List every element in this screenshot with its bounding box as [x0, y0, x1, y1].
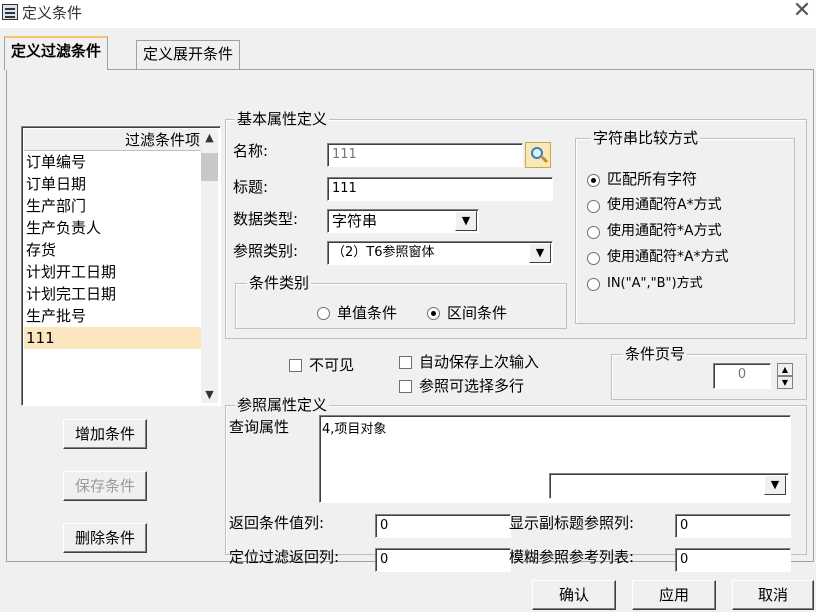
display-col-field[interactable]: 0	[675, 514, 791, 538]
chevron-down-icon[interactable]: ▼	[201, 386, 218, 403]
fuzzy-col-field[interactable]: 0	[675, 548, 791, 572]
delete-condition-button[interactable]: 删除条件	[63, 523, 147, 553]
radio-wildcard-prefix[interactable]	[587, 226, 600, 239]
list-item[interactable]: 订单日期	[24, 173, 202, 195]
invisible-label: 不可见	[309, 356, 355, 374]
return-col-field[interactable]: 0	[375, 514, 511, 538]
reftype-label: 参照类别:	[233, 242, 299, 260]
spin-down-icon[interactable]: ▼	[777, 376, 793, 389]
basic-attributes-legend: 基本属性定义	[235, 108, 330, 129]
chevron-down-icon[interactable]: ▼	[455, 211, 477, 231]
list-scrollbar[interactable]: ▲ ▼	[201, 129, 218, 403]
list-item-selected[interactable]: 111	[24, 327, 202, 349]
list-item[interactable]: 存货	[24, 239, 202, 261]
chevron-up-icon[interactable]: ▲	[201, 129, 218, 146]
radio-wildcard-suffix[interactable]	[587, 200, 600, 213]
radio-wildcard-contains[interactable]	[587, 252, 600, 265]
autosave-checkbox[interactable]	[399, 356, 412, 369]
page-number-legend: 条件页号	[623, 343, 688, 364]
radio-range[interactable]	[427, 307, 440, 320]
reftype-select[interactable]: （2）T6参照窗体	[327, 241, 553, 265]
dialog-client: 定义过滤条件 定义展开条件 过滤条件项 订单编号 订单日期 生产部门 生产负责人…	[0, 28, 816, 612]
list-item[interactable]: 生产批号	[24, 305, 202, 327]
list-header: 过滤条件项	[24, 129, 202, 151]
invisible-checkbox[interactable]	[289, 359, 302, 372]
radio-match-all[interactable]	[587, 174, 600, 187]
title-field[interactable]: 111	[327, 177, 553, 201]
spin-up-icon[interactable]: ▲	[777, 363, 793, 376]
add-condition-button[interactable]: 增加条件	[63, 419, 147, 449]
chevron-down-icon[interactable]: ▼	[764, 475, 786, 495]
name-label: 名称:	[233, 142, 269, 160]
save-condition-button[interactable]: 保存条件	[63, 471, 147, 501]
display-col-label: 显示副标题参照列:	[509, 514, 635, 532]
list-item[interactable]: 计划完工日期	[24, 283, 202, 305]
radio-wildcard-suffix-label: 使用通配符A*方式	[607, 197, 722, 213]
multirow-label: 参照可选择多行	[419, 377, 525, 395]
title-label: 标题:	[233, 178, 269, 196]
radio-range-label: 区间条件	[447, 304, 508, 322]
return-col-label: 返回条件值列:	[229, 514, 325, 532]
app-icon	[2, 4, 18, 20]
title-bar: 定义条件 ✕	[0, 0, 816, 28]
list-item[interactable]: 生产负责人	[24, 217, 202, 239]
apply-button[interactable]: 应用	[632, 580, 716, 610]
list-item[interactable]: 订单编号	[24, 151, 202, 173]
tab-panel: 过滤条件项 订单编号 订单日期 生产部门 生产负责人 存货 计划开工日期 计划完…	[6, 69, 814, 572]
radio-match-all-label: 匹配所有字符	[607, 170, 698, 188]
locate-col-field[interactable]: 0	[375, 548, 511, 572]
radio-single-value-label: 单值条件	[337, 304, 398, 322]
radio-single-value[interactable]	[317, 307, 330, 320]
query-attr-label: 查询属性	[229, 418, 290, 436]
list-item[interactable]: 生产部门	[24, 195, 202, 217]
name-field[interactable]: 111	[327, 143, 523, 167]
tab-filter-conditions[interactable]: 定义过滤条件	[4, 36, 109, 70]
reference-attributes-legend: 参照属性定义	[235, 394, 330, 415]
radio-wildcard-contains-label: 使用通配符*A*方式	[607, 249, 729, 265]
list-item[interactable]: 计划开工日期	[24, 261, 202, 283]
radio-in-list-label: IN("A","B")方式	[607, 276, 703, 291]
query-attr-value: 4,项目对象	[322, 422, 387, 437]
tab-expand-conditions[interactable]: 定义展开条件	[136, 40, 241, 70]
cancel-button[interactable]: 取消	[732, 580, 814, 610]
ok-button[interactable]: 确认	[532, 580, 616, 610]
filter-condition-list[interactable]: 过滤条件项 订单编号 订单日期 生产部门 生产负责人 存货 计划开工日期 计划完…	[21, 126, 221, 406]
string-compare-legend: 字符串比较方式	[591, 127, 701, 148]
locate-col-label: 定位过滤返回列:	[229, 548, 340, 566]
close-icon[interactable]: ✕	[790, 0, 814, 24]
page-number-field[interactable]: 0	[713, 363, 771, 389]
autosave-label: 自动保存上次输入	[419, 353, 540, 371]
fuzzy-col-label: 模糊参照参考列表:	[509, 548, 635, 566]
scroll-thumb[interactable]	[201, 153, 218, 181]
query-attr-select[interactable]	[549, 473, 789, 499]
datatype-label: 数据类型:	[233, 210, 299, 228]
search-icon[interactable]	[525, 142, 551, 168]
radio-wildcard-prefix-label: 使用通配符*A方式	[607, 223, 722, 239]
chevron-down-icon[interactable]: ▼	[529, 243, 551, 263]
radio-in-list[interactable]	[587, 278, 600, 291]
window-title: 定义条件	[22, 4, 83, 22]
condition-type-legend: 条件类别	[247, 272, 312, 293]
multirow-checkbox[interactable]	[399, 380, 412, 393]
